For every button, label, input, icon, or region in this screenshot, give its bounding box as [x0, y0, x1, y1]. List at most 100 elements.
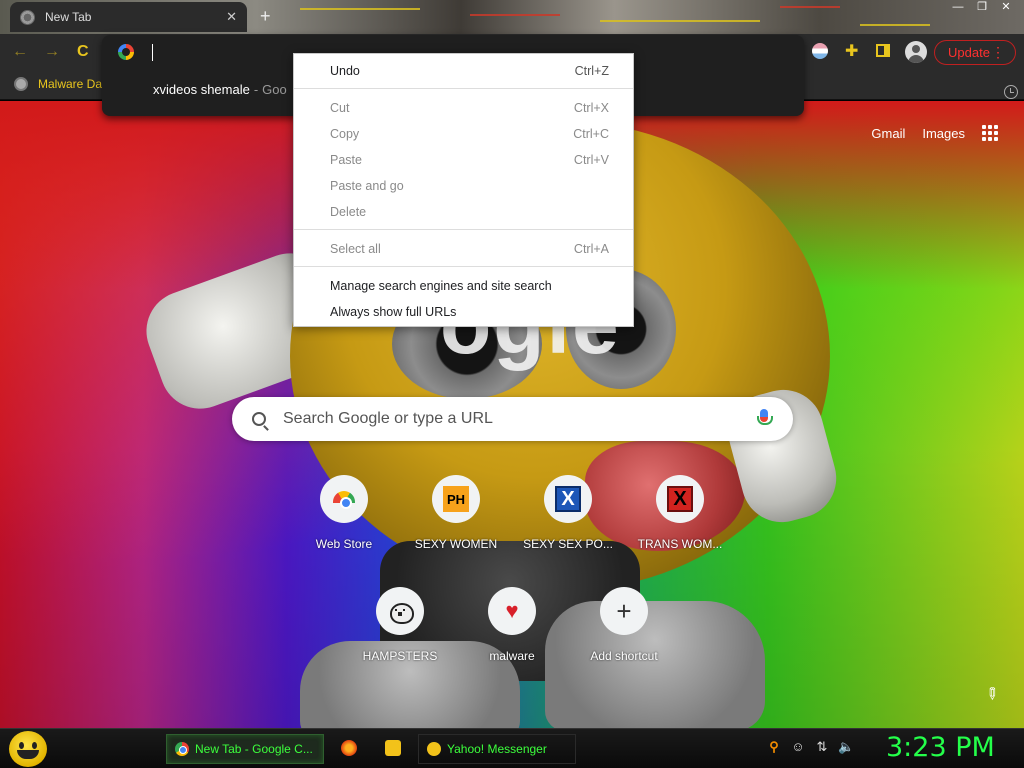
tab-favicon-icon	[20, 9, 35, 25]
start-button-smiley-icon[interactable]	[9, 731, 47, 767]
customize-pencil-icon[interactable]: ✎	[979, 682, 1003, 706]
new-tab-button[interactable]: +	[260, 6, 271, 27]
menu-item-label: Always show full URLs	[330, 305, 457, 319]
menu-item-paste-and-go[interactable]: Paste and go	[294, 173, 633, 199]
ntp-top-links: Gmail Images	[871, 125, 1024, 141]
history-clock-icon	[1004, 85, 1018, 99]
title-bar: New Tab ✕ + — ❐ ✕	[0, 0, 1024, 34]
tray-search-icon[interactable]: ⚲	[766, 739, 782, 755]
menu-item-label: Copy	[330, 127, 360, 141]
x-blue-icon: X	[555, 486, 581, 512]
taskbar: New Tab - Google C... Yahoo! Messenger ⚲…	[0, 728, 1024, 768]
x-red-icon: X	[667, 486, 693, 512]
menu-item-label: Paste	[330, 153, 362, 167]
menu-item-select-all[interactable]: Select all Ctrl+A	[294, 236, 633, 262]
menu-item-shortcut: Ctrl+V	[573, 153, 609, 167]
microphone-icon[interactable]	[755, 408, 773, 430]
menu-divider	[294, 88, 633, 89]
minimize-button[interactable]: —	[948, 0, 968, 16]
tray-smiley-icon[interactable]: ☺	[790, 739, 806, 755]
shortcut-circle	[320, 475, 368, 523]
ntp-search-box[interactable]: Search Google or type a URL	[232, 397, 793, 441]
browser-tab[interactable]: New Tab ✕	[10, 2, 247, 32]
apps-grid-icon[interactable]	[982, 125, 998, 141]
search-icon	[252, 412, 266, 426]
images-link[interactable]: Images	[922, 126, 965, 141]
maximize-button[interactable]: ❐	[972, 0, 992, 16]
add-shortcut-tile[interactable]: + Add shortcut	[568, 587, 680, 663]
bookmark-item[interactable]: Malware Da	[14, 77, 102, 91]
shortcut-label: malware	[489, 649, 535, 663]
wallpaper-streak	[470, 14, 560, 16]
shortcut-tile[interactable]: PH SEXY WOMEN	[400, 475, 512, 551]
tab-close-icon[interactable]: ✕	[226, 9, 237, 25]
extension-icon[interactable]	[812, 43, 828, 59]
menu-item-shortcut: Ctrl+A	[573, 242, 609, 256]
menu-dots-icon: ⋮	[991, 44, 1005, 60]
folder-icon[interactable]	[385, 740, 401, 756]
shortcut-tile[interactable]: Web Store	[288, 475, 400, 551]
plus-icon: +	[616, 596, 632, 626]
menu-item-delete[interactable]: Delete	[294, 199, 633, 225]
volume-icon[interactable]: 🔈	[838, 739, 854, 755]
side-panel-icon[interactable]	[876, 44, 890, 57]
network-icon[interactable]: ⇅	[814, 739, 830, 755]
menu-item-label: Select all	[330, 242, 381, 256]
menu-divider	[294, 266, 633, 267]
menu-item-shortcut: Ctrl+Z	[574, 64, 609, 78]
task-label: Yahoo! Messenger	[447, 742, 547, 756]
omnibox-input[interactable]	[152, 44, 153, 61]
menu-item-shortcut: Ctrl+C	[573, 127, 609, 141]
heart-icon: ♥	[505, 598, 519, 623]
shortcut-label: HAMPSTERS	[362, 649, 438, 663]
shortcut-label: SEXY WOMEN	[414, 537, 498, 551]
shortcut-tile[interactable]: HAMPSTERS	[344, 587, 456, 663]
menu-item-copy[interactable]: Copy Ctrl+C	[294, 121, 633, 147]
extensions-puzzle-icon[interactable]: ✚	[845, 41, 858, 61]
task-label: New Tab - Google C...	[195, 742, 313, 756]
shortcut-tile[interactable]: X SEXY SEX PO...	[512, 475, 624, 551]
menu-item-cut[interactable]: Cut Ctrl+X	[294, 95, 633, 121]
shortcut-label: SEXY SEX PO...	[523, 537, 613, 551]
close-window-button[interactable]: ✕	[996, 0, 1016, 16]
gmail-link[interactable]: Gmail	[871, 126, 905, 141]
menu-item-always-show-full-urls[interactable]: Always show full URLs	[294, 299, 633, 325]
suggestion-separator: -	[253, 81, 259, 97]
update-button[interactable]: Update ⋮	[934, 40, 1016, 65]
wallpaper-streak	[860, 24, 930, 26]
menu-item-label: Manage search engines and site search	[330, 279, 552, 293]
reload-button[interactable]: C	[77, 43, 89, 61]
shortcut-tile[interactable]: ♥ malware	[456, 587, 568, 663]
taskbar-task-chrome[interactable]: New Tab - Google C...	[166, 734, 324, 764]
ph-icon: PH	[443, 486, 469, 512]
wallpaper-streak	[300, 8, 420, 10]
menu-item-label: Undo	[330, 64, 360, 78]
taskbar-task-yahoo[interactable]: Yahoo! Messenger	[418, 734, 576, 764]
menu-divider	[294, 229, 633, 230]
firefox-icon[interactable]	[341, 740, 357, 756]
profile-avatar[interactable]	[905, 41, 927, 63]
menu-item-manage-search-engines[interactable]: Manage search engines and site search	[294, 273, 633, 299]
shortcut-circle	[376, 587, 424, 635]
shortcut-tile[interactable]: X TRANS WOM...	[624, 475, 736, 551]
tab-title: New Tab	[45, 10, 92, 24]
menu-item-paste[interactable]: Paste Ctrl+V	[294, 147, 633, 173]
shortcut-circle: X	[656, 475, 704, 523]
shortcut-label: TRANS WOM...	[637, 537, 723, 551]
menu-item-label: Cut	[330, 101, 350, 115]
shortcut-circle: X	[544, 475, 592, 523]
system-tray: ⚲ ☺ ⇅ 🔈	[766, 739, 854, 755]
taskbar-clock[interactable]: 3:23 PM	[886, 732, 995, 763]
menu-item-label: Delete	[330, 205, 367, 219]
shortcut-label: Add shortcut	[590, 649, 658, 663]
shortcut-circle: +	[600, 587, 648, 635]
update-label: Update	[948, 45, 990, 60]
menu-item-shortcut: Ctrl+X	[573, 101, 609, 115]
back-button[interactable]: ←	[12, 43, 28, 61]
yahoo-smiley-icon	[427, 742, 441, 756]
forward-button[interactable]: →	[44, 43, 60, 61]
shortcut-circle: ♥	[488, 587, 536, 635]
wallpaper-streak	[600, 20, 760, 22]
menu-item-undo[interactable]: Undo Ctrl+Z	[294, 58, 633, 84]
globe-icon	[14, 77, 28, 91]
